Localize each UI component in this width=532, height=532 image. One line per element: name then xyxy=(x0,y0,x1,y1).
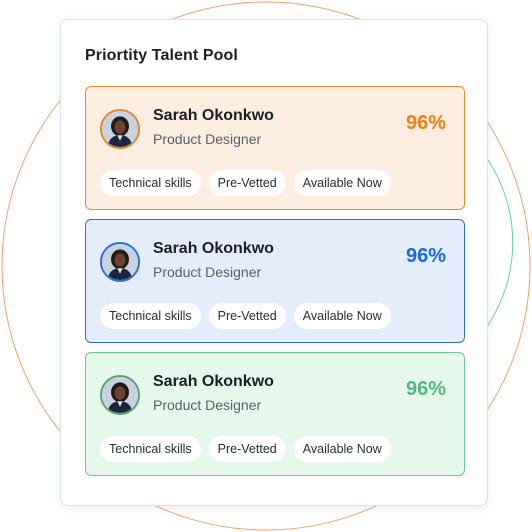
tag-pre-vetted: Pre-Vetted xyxy=(208,436,286,462)
match-score: 96% xyxy=(405,378,446,400)
avatar-image xyxy=(102,377,138,413)
tag-list: Technical skills Pre-Vetted Available No… xyxy=(100,303,391,329)
match-score: 96% xyxy=(405,112,446,134)
candidate-name: Sarah Okonkwo xyxy=(153,107,274,124)
talent-pool-panel: Priortity Talent Pool Sarah Okonkwo Prod… xyxy=(60,19,488,506)
avatar xyxy=(100,242,140,282)
avatar xyxy=(100,109,140,149)
tag-technical-skills: Technical skills xyxy=(100,303,201,329)
candidate-role: Product Designer xyxy=(153,397,262,413)
candidate-role: Product Designer xyxy=(153,264,262,280)
tag-list: Technical skills Pre-Vetted Available No… xyxy=(100,436,391,462)
green-ring-arc xyxy=(487,159,514,326)
talent-pool-stage: Priortity Talent Pool Sarah Okonkwo Prod… xyxy=(0,0,532,532)
candidate-name: Sarah Okonkwo xyxy=(153,240,274,257)
tag-list: Technical skills Pre-Vetted Available No… xyxy=(100,170,391,196)
tag-available-now: Available Now xyxy=(293,303,391,329)
avatar-image xyxy=(102,244,138,280)
avatar-image xyxy=(102,111,138,147)
tag-available-now: Available Now xyxy=(293,436,391,462)
candidate-card[interactable]: Sarah Okonkwo Product Designer 96% Techn… xyxy=(85,352,465,476)
candidate-name: Sarah Okonkwo xyxy=(153,373,274,390)
candidate-card[interactable]: Sarah Okonkwo Product Designer 96% Techn… xyxy=(85,219,465,343)
candidate-role: Product Designer xyxy=(153,131,262,147)
tag-technical-skills: Technical skills xyxy=(100,170,201,196)
avatar xyxy=(100,375,140,415)
tag-available-now: Available Now xyxy=(293,170,391,196)
tag-technical-skills: Technical skills xyxy=(100,436,201,462)
tag-pre-vetted: Pre-Vetted xyxy=(208,303,286,329)
tag-pre-vetted: Pre-Vetted xyxy=(208,170,286,196)
match-score: 96% xyxy=(405,245,446,267)
panel-title: Priortity Talent Pool xyxy=(85,47,238,64)
candidate-card[interactable]: Sarah Okonkwo Product Designer 96% Techn… xyxy=(85,86,465,210)
